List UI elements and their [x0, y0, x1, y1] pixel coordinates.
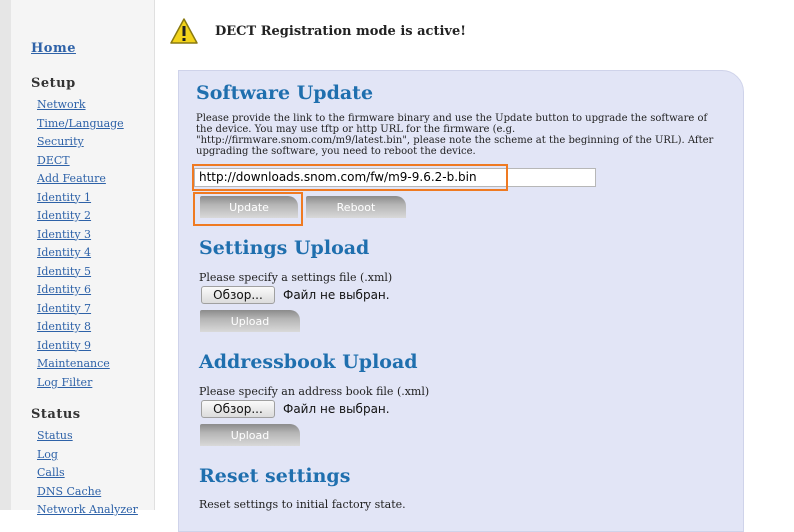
sidebar-item-link-label[interactable]: Identity 1 [37, 191, 91, 204]
sidebar-status-item-log[interactable]: Log [37, 446, 138, 465]
sidebar-status-item-link-label[interactable]: DNS Cache [37, 485, 101, 498]
addressbook-file-status: Файл не выбран. [283, 402, 390, 416]
settings-upload-button[interactable]: Upload [200, 310, 300, 332]
settings-file-status: Файл не выбран. [283, 288, 390, 302]
sidebar-item-maintenance[interactable]: Maintenance [37, 355, 124, 374]
reset-settings-prompt: Reset settings to initial factory state. [199, 498, 406, 511]
dect-alert: DECT Registration mode is active! [169, 16, 466, 46]
sidebar-status-item-link-label[interactable]: Status [37, 429, 73, 442]
software-update-description: Please provide the link to the firmware … [196, 113, 714, 157]
reset-settings-title: Reset settings [199, 465, 351, 487]
sidebar-item-link-label[interactable]: Maintenance [37, 357, 110, 370]
update-button[interactable]: Update [200, 196, 298, 218]
sidebar-status-item-calls[interactable]: Calls [37, 464, 138, 483]
warning-icon [170, 18, 198, 44]
sidebar-item-link-label[interactable]: Identity 7 [37, 302, 91, 315]
sidebar-item-log-filter[interactable]: Log Filter [37, 374, 124, 393]
addressbook-file-picker: Обзор... Файл не выбран. [201, 400, 390, 418]
sidebar-status-item-link-label[interactable]: Log [37, 448, 58, 461]
sidebar-item-add-feature[interactable]: Add Feature [37, 170, 124, 189]
sidebar-status-item-dns-cache[interactable]: DNS Cache [37, 483, 138, 502]
addressbook-upload-button[interactable]: Upload [200, 424, 300, 446]
sidebar-item-time-language[interactable]: Time/Language [37, 115, 124, 134]
sidebar-item-identity-4[interactable]: Identity 4 [37, 244, 124, 263]
sidebar-item-identity-2[interactable]: Identity 2 [37, 207, 124, 226]
addressbook-upload-prompt: Please specify an address book file (.xm… [199, 385, 430, 398]
software-update-title: Software Update [196, 82, 374, 104]
status-nav-list: Status Log Calls DNS Cache Network Analyzer [37, 427, 138, 520]
settings-upload-title: Settings Upload [199, 237, 370, 259]
sidebar-item-security[interactable]: Security [37, 133, 124, 152]
sidebar-item-link-label[interactable]: DECT [37, 154, 70, 167]
sidebar-item-link-label[interactable]: Network [37, 98, 86, 111]
left-margin-bar [0, 0, 11, 510]
status-section-title: Status [31, 407, 81, 422]
alert-message: DECT Registration mode is active! [215, 23, 466, 39]
sidebar-item-link-label[interactable]: Identity 4 [37, 246, 91, 259]
sidebar-item-link-label[interactable]: Log Filter [37, 376, 92, 389]
sidebar-item-identity-3[interactable]: Identity 3 [37, 226, 124, 245]
settings-browse-button[interactable]: Обзор... [201, 286, 275, 304]
sidebar-item-network[interactable]: Network [37, 96, 124, 115]
sidebar-item-link-label[interactable]: Identity 3 [37, 228, 91, 241]
addressbook-upload-title: Addressbook Upload [199, 351, 418, 373]
sidebar-item-link-label[interactable]: Identity 6 [37, 283, 91, 296]
sidebar-item-link-label[interactable]: Identity 2 [37, 209, 91, 222]
sidebar-item-link-label[interactable]: Identity 9 [37, 339, 91, 352]
firmware-url-input[interactable] [194, 168, 596, 187]
reboot-button[interactable]: Reboot [306, 196, 406, 218]
sidebar-item-link-label[interactable]: Identity 8 [37, 320, 91, 333]
sidebar-item-dect[interactable]: DECT [37, 152, 124, 171]
settings-file-picker: Обзор... Файл не выбран. [201, 286, 390, 304]
sidebar-item-identity-1[interactable]: Identity 1 [37, 189, 124, 208]
settings-upload-prompt: Please specify a settings file (.xml) [199, 271, 393, 284]
sidebar-item-identity-9[interactable]: Identity 9 [37, 337, 124, 356]
sidebar-item-link-label[interactable]: Time/Language [37, 117, 124, 130]
sidebar-item-identity-8[interactable]: Identity 8 [37, 318, 124, 337]
home-link[interactable]: Home [31, 41, 76, 56]
sidebar-status-item-link-label[interactable]: Calls [37, 466, 65, 479]
sidebar-item-identity-7[interactable]: Identity 7 [37, 300, 124, 319]
sidebar-status-item-status[interactable]: Status [37, 427, 138, 446]
setup-nav-list: Network Time/Language Security DECT Add Feat… [37, 96, 124, 392]
sidebar-item-link-label[interactable]: Identity 5 [37, 265, 91, 278]
setup-section-title: Setup [31, 76, 76, 91]
sidebar-item-link-label[interactable]: Add Feature [37, 172, 106, 185]
sidebar-status-item-network-analyzer[interactable]: Network Analyzer [37, 501, 138, 520]
addressbook-browse-button[interactable]: Обзор... [201, 400, 275, 418]
sidebar-item-identity-6[interactable]: Identity 6 [37, 281, 124, 300]
sidebar-item-identity-5[interactable]: Identity 5 [37, 263, 124, 282]
sidebar-item-link-label[interactable]: Security [37, 135, 84, 148]
